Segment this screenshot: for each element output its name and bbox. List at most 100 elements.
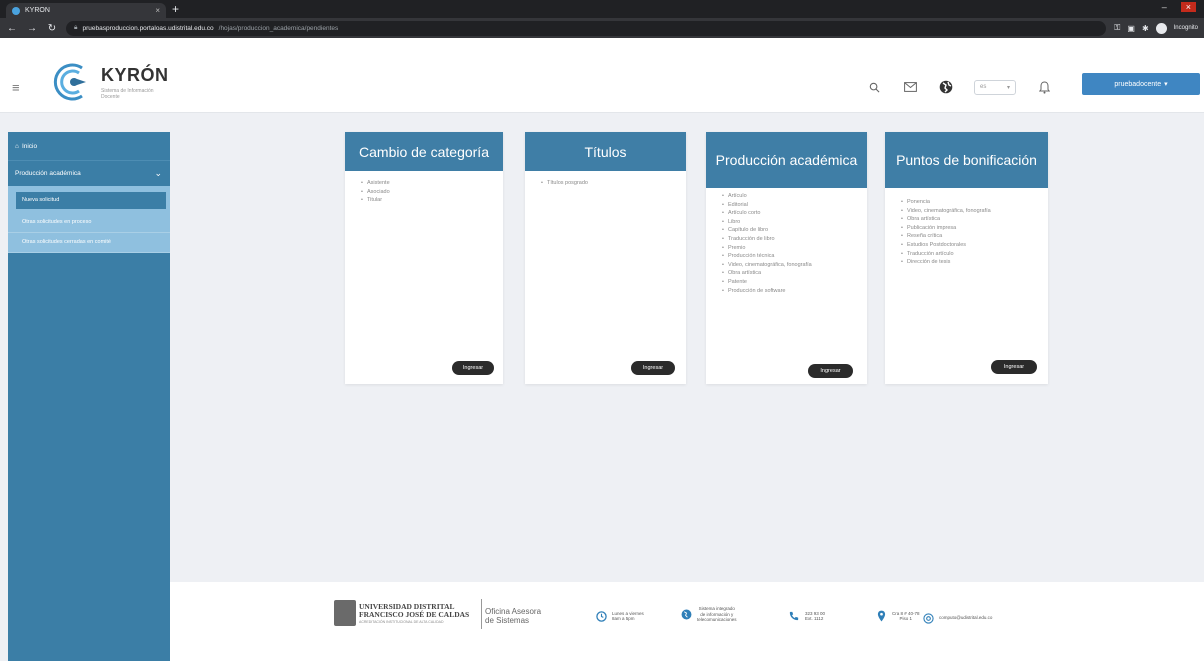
hours-line2: 8am a 5pm (612, 616, 635, 621)
incognito-icon[interactable] (1155, 22, 1167, 34)
bell-icon[interactable] (1036, 79, 1052, 95)
close-tab-icon[interactable]: × (155, 6, 160, 15)
phone-line2: Ext. 1112 (805, 616, 824, 621)
list-item: Capítulo de libro (722, 226, 867, 235)
list-item: Publicación impresa (901, 224, 1048, 233)
window-close-icon[interactable]: × (1180, 2, 1196, 12)
list-item: Titular (361, 196, 503, 205)
list-item: Libro (722, 218, 867, 227)
ingresar-button[interactable]: Ingresar (452, 361, 494, 375)
card-list: Artículo Editorial Artículo corto Libro … (706, 188, 867, 295)
list-item: Obra artística (901, 215, 1048, 224)
list-item: Video, cinematográfica, fonografía (722, 261, 832, 270)
footer-phone: 323 93 00 Ext. 1112 (788, 610, 825, 622)
globe-icon (680, 608, 692, 620)
globe-icon[interactable] (938, 79, 954, 95)
chevron-down-icon: ▾ (1006, 84, 1010, 91)
language-select[interactable]: es ▾ (974, 79, 1016, 95)
sidebar-submenu: Nueva solicitud Otras solicitudes en pro… (8, 186, 170, 253)
card-titulos: Títulos Títulos posgrado Ingresar (525, 132, 686, 384)
sidebar-group-produccion[interactable]: Producción académica ⌄ (8, 160, 170, 186)
back-icon[interactable]: ← (6, 23, 18, 34)
sidebar-group-label: Producción académica (15, 170, 81, 177)
browser-tab[interactable]: KYRON × (6, 3, 166, 18)
footer-divider (481, 599, 482, 629)
list-item: Asistente (361, 179, 503, 188)
email-link[interactable]: computo@udistrital.edu.co (939, 615, 992, 621)
list-item: Reseña crítica (901, 232, 1048, 241)
reload-icon[interactable]: ↻ (46, 23, 58, 34)
ingresar-button[interactable]: Ingresar (631, 361, 675, 375)
card-list: Ponencia Video, cinematográfica, fonogra… (885, 188, 1048, 267)
address-line2: Piso 1 (899, 616, 913, 621)
list-item: Patente (722, 278, 867, 287)
app-header: ≡ KYRÓN Sistema de Información Docente e… (0, 38, 1204, 113)
list-item: Video, cinematográfica, fonografía (901, 207, 1021, 216)
forward-icon[interactable]: → (26, 23, 38, 34)
list-item: Premio (722, 244, 867, 253)
university-tagline: ACREDITACIÓN INSTITUCIONAL DE ALTA CALID… (359, 620, 444, 624)
minimize-icon[interactable]: – (1162, 2, 1167, 12)
language-value: es (980, 84, 987, 90)
list-item: Traducción artículo (901, 250, 1048, 259)
menu-toggle-icon[interactable]: ≡ (12, 80, 20, 95)
list-item: Obra artística (722, 269, 867, 278)
footer-address: Cra 8 # 40-78 Piso 1 (875, 610, 920, 622)
sidebar-item-home[interactable]: ⌂ Inicio (8, 132, 170, 160)
sidebar-item-otras-cerradas[interactable]: Otras solicitudes cerradas en comité (8, 233, 170, 253)
user-label: pruebadocente (1114, 80, 1162, 88)
mail-icon[interactable] (902, 79, 918, 95)
card-list: Títulos posgrado (525, 171, 686, 188)
card-title: Producción académica (706, 132, 867, 188)
card-title: Títulos (525, 132, 686, 171)
home-icon: ⌂ (15, 142, 19, 150)
new-tab-icon[interactable]: + (172, 2, 179, 16)
address-bar[interactable]: 🔒︎ pruebasproduccion.portaloas.udistrita… (66, 20, 1107, 36)
lock-icon: 🔒︎ (74, 24, 78, 31)
system-line3: telecomunicaciones (697, 617, 737, 622)
sidebar-item-label: Otras solicitudes cerradas en comité (22, 239, 111, 245)
sidebar-item-label: Otras solicitudes en proceso (22, 219, 92, 225)
browser-toolbar: ← → ↻ 🔒︎ pruebasproduccion.portaloas.udi… (0, 18, 1204, 38)
office-name: Oficina Asesora de Sistemas (485, 607, 541, 625)
footer: UNIVERSIDAD DISTRITAL FRANCISCO JOSÉ DE … (170, 582, 1204, 661)
card-puntos-bonificacion: Puntos de bonificación Ponencia Video, c… (885, 132, 1048, 384)
browser-tabstrip: KYRON × + – × (0, 0, 1204, 18)
card-produccion-academica: Producción académica Artículo Editorial … (706, 132, 867, 384)
url-host: pruebasproduccion.portaloas.udistrital.e… (82, 24, 214, 32)
key-icon[interactable]: ⚿ (1114, 23, 1120, 33)
card-title: Cambio de categoría (345, 132, 503, 171)
sidebar-item-otras-en-proceso[interactable]: Otras solicitudes en proceso (8, 213, 170, 233)
window-controls: – × (1162, 2, 1196, 12)
university-name-line2: FRANCISCO JOSÉ DE CALDAS (359, 610, 470, 619)
sidebar-item-label: Nueva solicitud (22, 197, 60, 203)
ingresar-button[interactable]: Ingresar (991, 360, 1037, 374)
sidebar-item-nueva-solicitud[interactable]: Nueva solicitud (16, 192, 166, 209)
search-icon[interactable] (866, 79, 882, 95)
card-title: Puntos de bonificación (885, 132, 1048, 188)
ingresar-button[interactable]: Ingresar (808, 364, 853, 378)
favicon-icon (12, 6, 20, 15)
tab-title: KYRON (25, 7, 50, 14)
clock-icon (595, 610, 607, 622)
list-item: Producción técnica (722, 252, 867, 261)
brand-subtitle: Sistema de Información Docente (101, 88, 154, 100)
map-pin-icon (875, 610, 887, 622)
incognito-label: Incognito (1173, 25, 1198, 31)
footer-email: computo@udistrital.edu.co (922, 612, 992, 624)
system-line1: Sistema integrado (698, 606, 735, 611)
university-seal-icon (334, 600, 356, 626)
extensions-icon[interactable]: ▣ (1127, 24, 1135, 33)
list-item: Dirección de tesis (901, 258, 1048, 267)
list-item: Artículo (722, 192, 867, 201)
university-name: UNIVERSIDAD DISTRITAL FRANCISCO JOSÉ DE … (359, 603, 469, 619)
user-menu-button[interactable]: pruebadocente ▾ (1082, 73, 1200, 95)
list-item: Producción de software (722, 287, 867, 296)
list-item: Asociado (361, 188, 503, 197)
card-cambio-categoria: Cambio de categoría Asistente Asociado T… (345, 132, 503, 384)
footer-system: Sistema integrado de información y telecom… (680, 606, 737, 623)
puzzle-icon[interactable]: ✱ (1142, 24, 1149, 33)
footer-hours: Lunes a viernes 8am a 5pm (595, 610, 644, 622)
list-item: Editorial (722, 201, 867, 210)
office-line2: de Sistemas (485, 616, 530, 625)
